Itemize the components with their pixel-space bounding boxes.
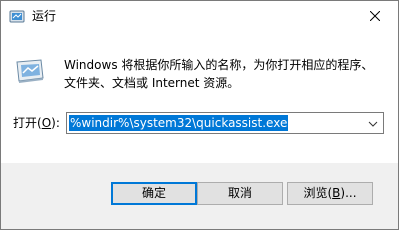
run-dialog: 运行 Windows 将根据你所输入的名称，为你打开相应的程序、文件夹、文档或 … (0, 0, 399, 230)
ok-button[interactable]: 确定 (111, 182, 197, 205)
dropdown-arrow[interactable] (365, 115, 381, 131)
run-dialog-icon (14, 54, 46, 86)
open-label-suffix: ): (51, 116, 60, 130)
title-bar[interactable]: 运行 (1, 1, 398, 32)
open-combobox[interactable]: %windir%\system32\quickassist.exe (66, 112, 384, 134)
window-title: 运行 (32, 9, 57, 23)
close-button[interactable] (352, 1, 398, 32)
open-label-mnemonic: O (41, 116, 52, 130)
browse-label-suffix: )... (340, 186, 357, 200)
chevron-down-icon (368, 116, 378, 130)
dialog-description: Windows 将根据你所输入的名称，为你打开相应的程序、文件夹、文档或 Int… (64, 58, 374, 90)
close-icon (369, 10, 381, 24)
run-app-icon (9, 8, 25, 24)
open-label-prefix: 打开( (13, 116, 42, 130)
browse-button[interactable]: 浏览(B)... (287, 182, 373, 205)
open-label: 打开(O): (13, 115, 60, 131)
cancel-button[interactable]: 取消 (197, 182, 283, 205)
open-input[interactable]: %windir%\system32\quickassist.exe (69, 115, 289, 131)
browse-label-prefix: 浏览( (303, 186, 333, 200)
